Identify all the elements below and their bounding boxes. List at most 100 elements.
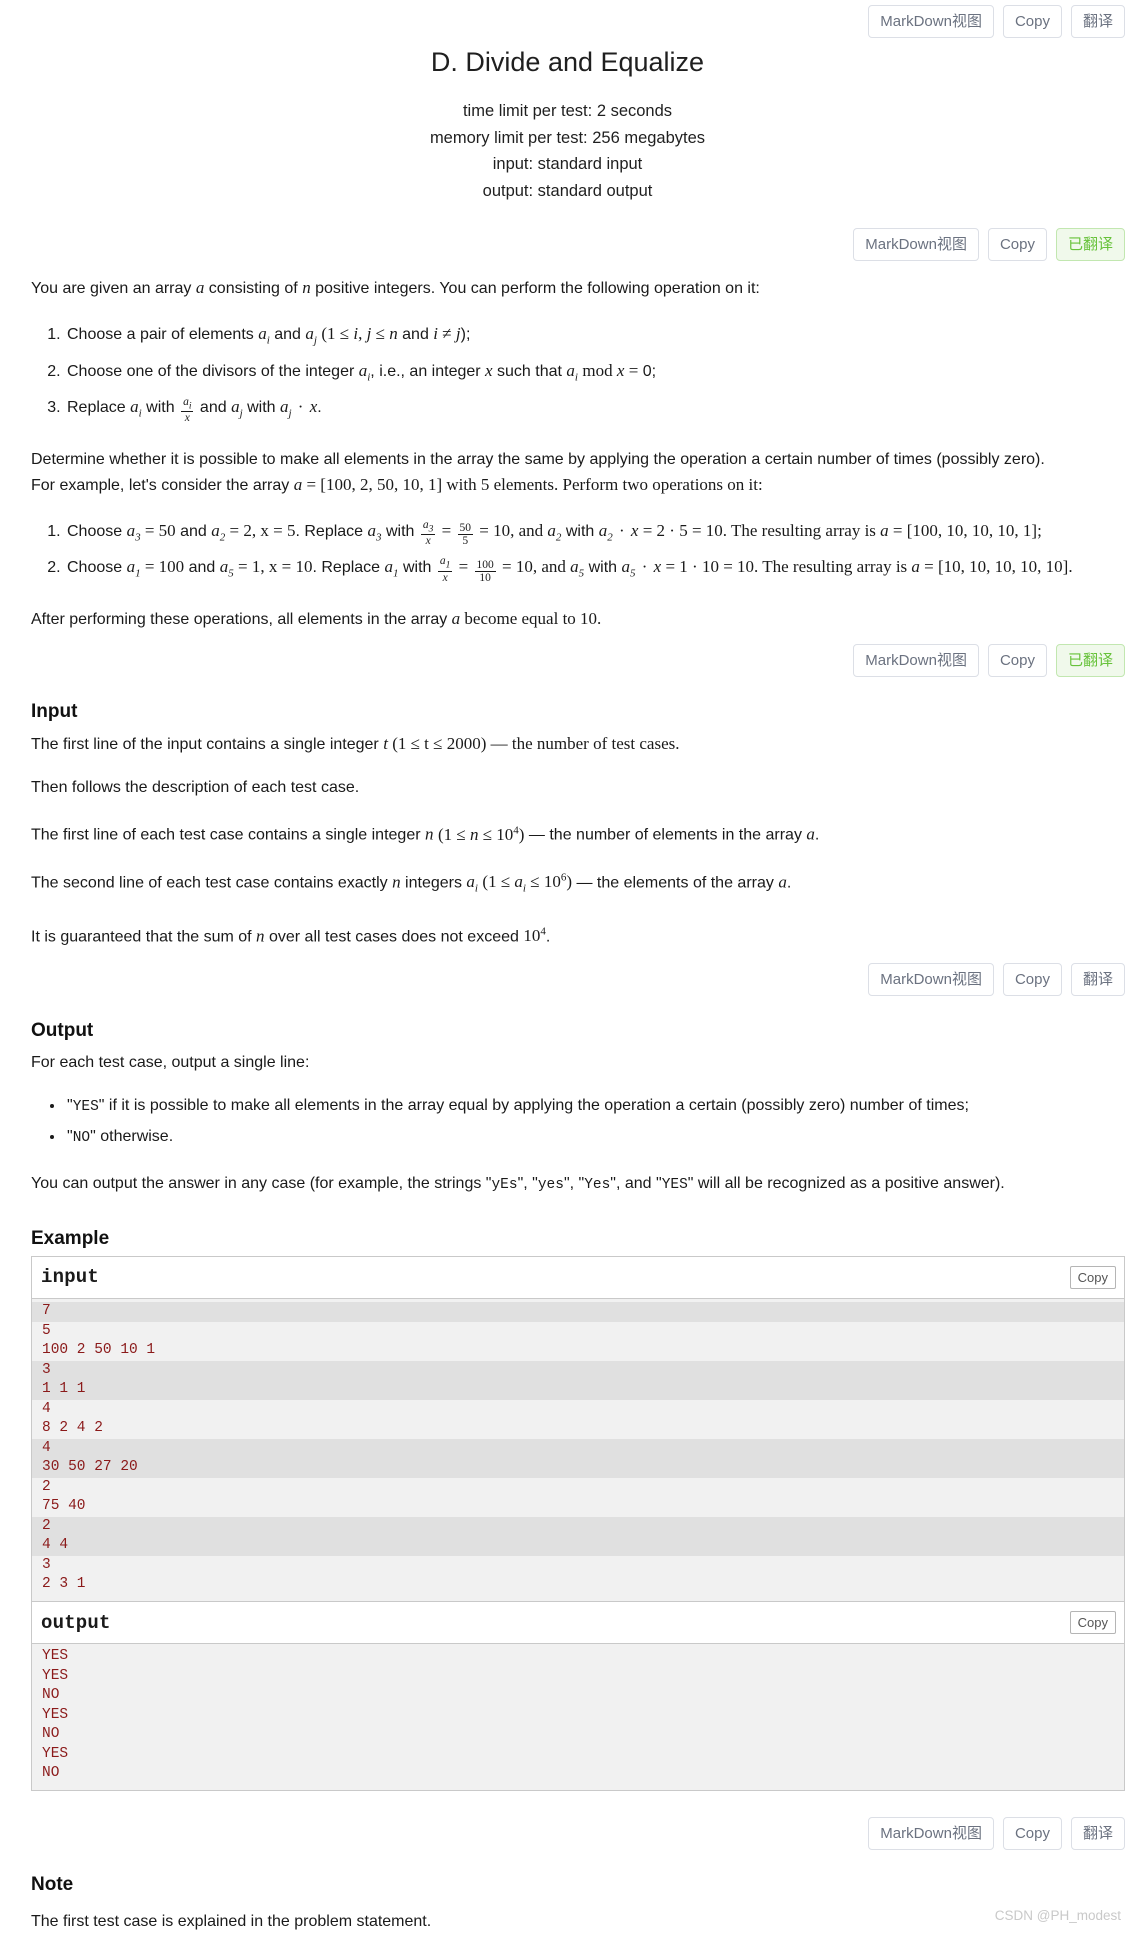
- code-line: 2: [32, 1516, 1124, 1537]
- code-line: YES: [42, 1648, 69, 1665]
- for-example-text-a: For example, let's consider the array: [31, 476, 294, 494]
- math-aj-times-x: aj · x: [279, 397, 318, 420]
- ex2-replace: . Replace: [312, 558, 385, 576]
- op2-text-d: 0;: [638, 362, 657, 380]
- code-line: 75 40: [42, 1498, 86, 1515]
- op2-text-b: , i.e., an integer: [370, 362, 486, 380]
- page-title: D. Divide and Equalize: [430, 47, 705, 77]
- math-a-7: a: [778, 872, 787, 892]
- markdown-view-button-output[interactable]: MarkDown视图: [868, 963, 994, 997]
- intro-text-2: consisting of: [204, 280, 303, 298]
- code-line: 1 1 1: [32, 1380, 1124, 1400]
- op1-text-a: Choose a pair of elements: [67, 326, 259, 344]
- toolbar-note: MarkDown视图 Copy 翻译: [0, 1816, 1135, 1850]
- math-frac-50-5: 50 5: [457, 522, 473, 548]
- note-heading: Note: [31, 1873, 74, 1895]
- ex1-fracresult: = 10, and: [475, 520, 548, 540]
- input-heading: Input: [31, 701, 78, 723]
- output-p2-a: You can output the answer in any case (f…: [31, 1174, 486, 1192]
- markdown-view-button-statement[interactable]: MarkDown视图: [853, 228, 979, 262]
- markdown-view-button-top[interactable]: MarkDown视图: [868, 5, 994, 38]
- math-a3-eq-50: a3: [126, 520, 141, 543]
- code-yes-variant-2: yes: [537, 1176, 564, 1193]
- output-paragraph-1: For each test case, output a single line…: [31, 1053, 310, 1071]
- input-paragraph-4: The second line of each test case contai…: [31, 866, 1123, 902]
- copy-button-top[interactable]: Copy: [1002, 5, 1062, 38]
- output-bullet-list: "YES" if it is possible to make all elem…: [31, 1091, 1123, 1153]
- code-no: NO: [72, 1129, 91, 1146]
- output-bullet-1: "YES" if it is possible to make all elem…: [65, 1091, 1123, 1122]
- intro-text-3: positive integers. You can perform the f…: [310, 280, 760, 298]
- copy-button-statement[interactable]: Copy: [987, 228, 1047, 262]
- math-x: x: [485, 360, 493, 380]
- op3-text-b: with: [141, 399, 180, 417]
- markdown-view-button-note[interactable]: MarkDown视图: [868, 1816, 994, 1850]
- toolbar-output: MarkDown视图 Copy 翻译: [0, 963, 1135, 997]
- ex2-tail: = 1 · 10 = 10. The resulting array is: [661, 556, 912, 576]
- math-inequality-2: i ≠ j: [433, 324, 461, 344]
- translate-button-top[interactable]: 翻译: [1070, 5, 1125, 38]
- math-mod-eq: mod x =: [582, 360, 639, 380]
- code-line: NO: [42, 1726, 60, 1743]
- copy-button-note[interactable]: Copy: [1002, 1816, 1062, 1850]
- translate-button-input[interactable]: 已翻译: [1055, 644, 1125, 678]
- op3-text-d: with: [242, 399, 280, 417]
- op1-text-b: and: [269, 326, 306, 344]
- input-p4-d: .: [786, 874, 792, 892]
- problem-limits: time limit per test: 2 seconds memory li…: [0, 98, 1135, 204]
- translate-button-statement[interactable]: 已翻译: [1055, 228, 1125, 262]
- input-section: Input The first line of the input contai…: [0, 699, 1135, 949]
- code-line: 5: [42, 1322, 51, 1339]
- determine-paragraph: Determine whether it is possible to make…: [31, 450, 1045, 468]
- sample-output-label: output: [41, 1611, 111, 1634]
- input-p5-a: It is guaranteed that the sum of: [31, 928, 257, 946]
- math-a3-2: a3: [367, 520, 382, 543]
- code-line: 30 50 27 20: [32, 1458, 1124, 1478]
- ex1-and: and: [175, 522, 212, 540]
- math-n-range: (1 ≤ n ≤ 104): [437, 823, 525, 844]
- op1-text-c: and: [397, 326, 434, 344]
- after-operations-paragraph: After performing these operations, all e…: [31, 606, 1123, 632]
- for-example-text-b: = [100, 2, 50, 10, 1] with 5 elements. P…: [302, 474, 763, 494]
- copy-input-button[interactable]: Copy: [1069, 1265, 1116, 1290]
- input-p3-c: .: [814, 826, 820, 844]
- code-line: 3: [42, 1556, 51, 1573]
- translate-button-note[interactable]: 翻译: [1070, 1816, 1125, 1850]
- code-line: 7: [32, 1302, 1124, 1322]
- memory-limit: memory limit per test: 256 megabytes: [429, 128, 706, 147]
- example-operation-1: Choose a3 = 50 and a2 = 2, x = 5. Replac…: [65, 516, 1123, 552]
- math-inequality-1: (1 ≤ i, j ≤ n: [321, 324, 398, 344]
- math-frac-a1-x: a1 x: [437, 555, 453, 584]
- example-operation-2: Choose a1 = 100 and a5 = 1, x = 10. Repl…: [65, 552, 1123, 588]
- input-paragraph-5: It is guaranteed that the sum of n over …: [31, 920, 1123, 950]
- code-line: 4: [42, 1400, 51, 1417]
- ex2-x: , x = 10: [260, 556, 313, 576]
- op3-text-c: and: [195, 399, 232, 417]
- output-section: Output For each test case, output a sing…: [0, 1018, 1135, 1198]
- operation-item-1: Choose a pair of elements ai and aj (1 ≤…: [65, 319, 1123, 355]
- input-p1-b: (1 ≤ t ≤ 2000) — the number of test case…: [387, 733, 680, 753]
- ex2-eq2: = 1: [233, 556, 261, 576]
- ex2-fracresult: = 10, and: [497, 556, 571, 576]
- translate-button-output[interactable]: 翻译: [1070, 963, 1125, 997]
- code-line: YES: [42, 1667, 69, 1684]
- math-a1: a1: [126, 556, 141, 580]
- input-p1-a: The first line of the input contains a s…: [31, 735, 384, 753]
- markdown-view-button-input[interactable]: MarkDown视图: [853, 644, 979, 678]
- after-text-a: After performing these operations, all e…: [31, 611, 452, 629]
- ex2-with: with: [398, 558, 436, 576]
- copy-button-output[interactable]: Copy: [1002, 963, 1062, 997]
- math-a2: a2: [211, 520, 226, 543]
- copy-output-button[interactable]: Copy: [1069, 1610, 1116, 1635]
- intro-text-1: You are given an array: [31, 280, 196, 298]
- op3-text-e: .: [317, 399, 322, 417]
- statement-intro: You are given an array a consisting of n…: [31, 275, 1123, 301]
- op2-text-c: such that: [492, 362, 567, 380]
- math-aj-2: aj: [231, 397, 243, 420]
- operation-list: Choose a pair of elements ai and aj (1 ≤…: [31, 319, 1123, 428]
- math-aj: aj: [305, 324, 317, 347]
- copy-button-input[interactable]: Copy: [987, 644, 1047, 678]
- input-p4-a: The second line of each test case contai…: [31, 874, 393, 892]
- code-line: 2: [42, 1478, 51, 1495]
- code-line: NO: [42, 1765, 60, 1782]
